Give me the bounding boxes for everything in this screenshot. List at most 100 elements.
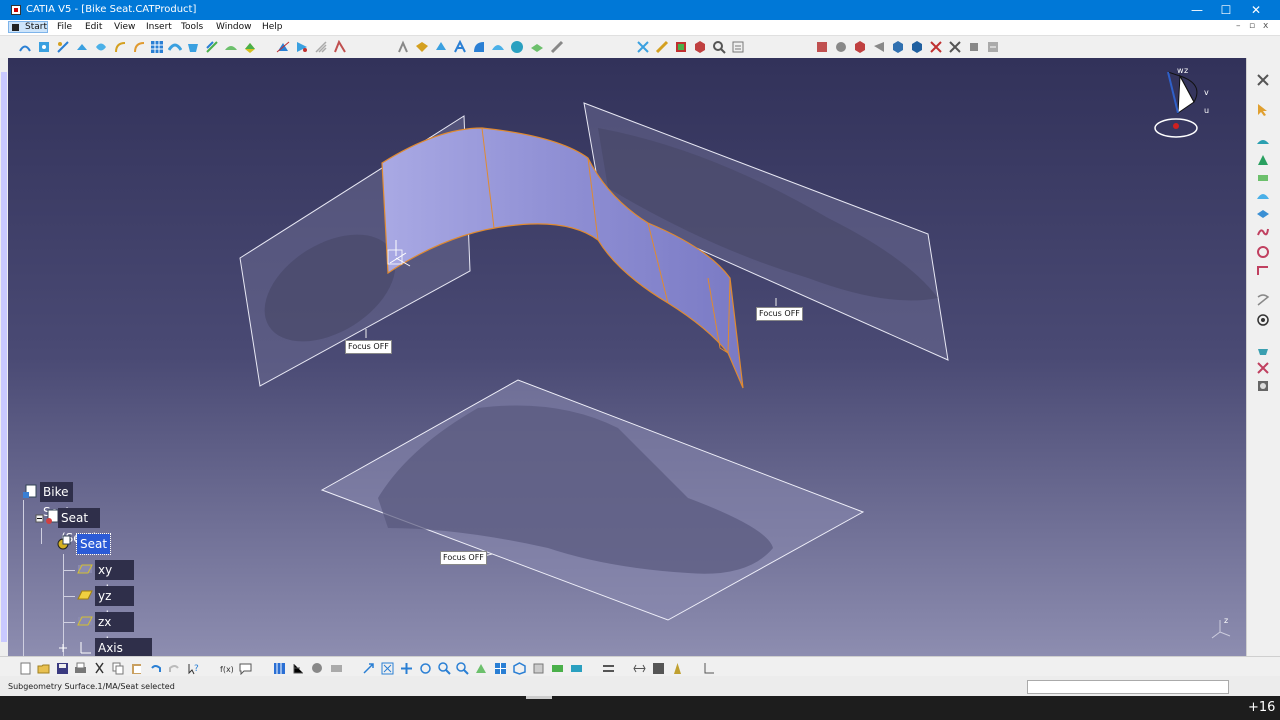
split-icon[interactable] bbox=[276, 40, 290, 54]
menu-start[interactable]: Start bbox=[8, 21, 48, 33]
sweep-surface-icon[interactable] bbox=[491, 40, 505, 54]
doc-restore-button[interactable]: ▫ bbox=[1249, 21, 1255, 31]
fit-all-icon[interactable] bbox=[381, 660, 394, 675]
symmetry-icon[interactable] bbox=[415, 40, 429, 54]
sphere-icon[interactable] bbox=[113, 40, 127, 54]
tree-node-zx-plane[interactable]: zx plane bbox=[95, 612, 135, 649]
revolve-icon[interactable] bbox=[94, 40, 108, 54]
menu-file[interactable]: File bbox=[57, 22, 72, 32]
pointer-icon[interactable] bbox=[1256, 102, 1270, 116]
intersection-icon[interactable] bbox=[1256, 360, 1270, 374]
menu-insert[interactable]: Insert bbox=[146, 22, 172, 32]
manipulate-icon[interactable] bbox=[834, 40, 848, 54]
apply-material-icon[interactable] bbox=[693, 40, 707, 54]
tree-node-seat-product[interactable]: Seat (Seat) bbox=[58, 508, 101, 545]
update-icon[interactable] bbox=[986, 40, 1000, 54]
power-input-field[interactable] bbox=[1027, 680, 1229, 694]
trim-icon[interactable] bbox=[295, 40, 309, 54]
open-icon[interactable] bbox=[37, 660, 50, 674]
fix-icon[interactable] bbox=[967, 40, 981, 54]
axis-to-axis-icon[interactable] bbox=[472, 40, 486, 54]
explode-icon[interactable] bbox=[815, 40, 829, 54]
multi-view-icon[interactable] bbox=[494, 660, 507, 674]
contact-icon[interactable] bbox=[910, 40, 924, 54]
compass-widget[interactable] bbox=[1154, 71, 1198, 138]
blend-icon[interactable] bbox=[224, 40, 238, 54]
menu-help[interactable]: Help bbox=[262, 22, 283, 32]
extrude-icon[interactable] bbox=[75, 40, 89, 54]
menu-window[interactable]: Window bbox=[216, 22, 252, 32]
redo-icon[interactable] bbox=[168, 660, 181, 673]
spline-icon[interactable] bbox=[1256, 224, 1270, 238]
shading-icon[interactable] bbox=[532, 660, 545, 674]
cut-icon[interactable] bbox=[93, 660, 106, 674]
join-icon[interactable] bbox=[243, 40, 257, 54]
tree-node-xy-plane[interactable]: xy plane bbox=[95, 560, 135, 597]
menu-tools[interactable]: Tools bbox=[181, 22, 203, 32]
select-icon[interactable] bbox=[1256, 72, 1270, 86]
undo-icon[interactable] bbox=[149, 660, 162, 673]
multi-section-icon[interactable] bbox=[1256, 152, 1270, 166]
tree-node-bike-seat[interactable]: Bike Seat bbox=[40, 482, 74, 519]
zoom-out-icon[interactable] bbox=[456, 660, 469, 675]
snap-icon[interactable] bbox=[853, 40, 867, 54]
circle-icon[interactable] bbox=[1256, 244, 1270, 258]
projection-icon[interactable] bbox=[1256, 342, 1270, 356]
normal-view-icon[interactable] bbox=[475, 660, 488, 673]
fill-icon[interactable] bbox=[186, 40, 200, 54]
doc-close-button[interactable]: x bbox=[1263, 21, 1268, 31]
offset-constraint-icon[interactable] bbox=[929, 40, 943, 54]
catalog-icon[interactable] bbox=[311, 660, 324, 673]
swap-visible-icon[interactable] bbox=[570, 660, 583, 673]
cylinder-icon[interactable] bbox=[132, 40, 146, 54]
extract-icon[interactable] bbox=[314, 40, 328, 54]
sweep-icon[interactable] bbox=[168, 40, 182, 54]
photo-studio-icon[interactable] bbox=[1256, 378, 1270, 392]
menu-edit[interactable]: Edit bbox=[85, 22, 102, 32]
tree-node-yz-plane[interactable]: yz plane bbox=[95, 586, 135, 623]
knowledge-icon[interactable] bbox=[330, 660, 343, 673]
spiral-icon[interactable] bbox=[1256, 312, 1270, 326]
surface-icon[interactable] bbox=[1256, 134, 1270, 148]
paste-icon[interactable] bbox=[130, 660, 143, 674]
corner-icon[interactable] bbox=[1256, 262, 1270, 276]
hide-show-icon[interactable] bbox=[551, 660, 564, 673]
print-icon[interactable] bbox=[74, 660, 87, 673]
whats-this-icon[interactable]: ? bbox=[187, 660, 200, 675]
measure-icon[interactable] bbox=[636, 40, 650, 54]
distance-icon[interactable] bbox=[633, 660, 646, 673]
rotate-view-icon[interactable] bbox=[419, 660, 432, 674]
iso-view-icon[interactable] bbox=[513, 660, 526, 675]
grid-icon[interactable] bbox=[150, 40, 164, 54]
minimize-button[interactable]: — bbox=[1182, 1, 1212, 19]
inertia-icon[interactable] bbox=[671, 660, 684, 674]
expand-icon[interactable] bbox=[55, 640, 71, 656]
point-icon[interactable] bbox=[37, 40, 51, 54]
doc-minimize-button[interactable]: – bbox=[1236, 21, 1241, 31]
close-button[interactable]: ✕ bbox=[1241, 1, 1271, 19]
formula-icon[interactable]: f(x) bbox=[220, 660, 234, 674]
affinity-icon[interactable] bbox=[453, 40, 467, 54]
table-icon[interactable] bbox=[273, 660, 286, 674]
boundary-icon[interactable] bbox=[530, 40, 544, 54]
maximize-button[interactable]: ☐ bbox=[1211, 1, 1241, 19]
tree-expand-icon[interactable] bbox=[292, 660, 305, 674]
left-scrollbar[interactable] bbox=[0, 58, 8, 656]
scaling-icon[interactable] bbox=[434, 40, 448, 54]
pan-icon[interactable] bbox=[400, 660, 413, 674]
axis-icon[interactable] bbox=[702, 660, 715, 674]
offset-icon[interactable] bbox=[205, 40, 219, 54]
blend-surface-icon[interactable] bbox=[1256, 188, 1270, 202]
smart-move-icon[interactable] bbox=[872, 40, 886, 54]
healing-icon[interactable] bbox=[550, 40, 564, 54]
measure-item-icon[interactable] bbox=[652, 660, 665, 674]
angle-constraint-icon[interactable] bbox=[948, 40, 962, 54]
offset-surface-icon[interactable] bbox=[1256, 206, 1270, 220]
sketch-icon[interactable] bbox=[18, 40, 32, 54]
bottom-reference-plane[interactable] bbox=[320, 379, 865, 621]
constraint-icon[interactable] bbox=[891, 40, 905, 54]
material-icon[interactable] bbox=[674, 40, 688, 54]
3d-viewport[interactable]: Focus OFF Focus OFF Focus OFF w z v u z … bbox=[8, 58, 1246, 656]
compass-toggle-icon[interactable] bbox=[602, 660, 615, 673]
left-scrollbar-thumb[interactable] bbox=[1, 72, 7, 642]
